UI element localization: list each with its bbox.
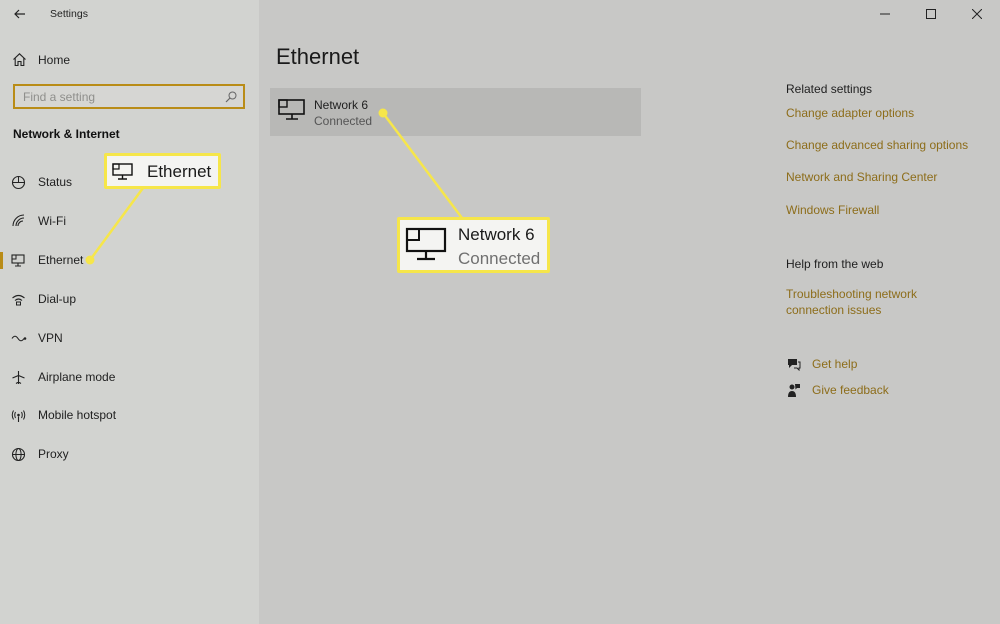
maximize-icon [926, 9, 936, 19]
sidebar-item-dialup[interactable]: Dial-up [0, 284, 259, 314]
ethernet-icon [405, 227, 447, 261]
sidebar-item-airplane-mode[interactable]: Airplane mode [0, 362, 259, 392]
sidebar-item-proxy[interactable]: Proxy [0, 439, 259, 469]
globe-icon [11, 447, 26, 462]
sidebar-item-ethernet[interactable]: Ethernet [0, 245, 259, 275]
dialup-icon [12, 294, 25, 306]
back-arrow-icon [14, 9, 25, 19]
window-controls [862, 0, 1000, 28]
change-sharing-options-link[interactable]: Change advanced sharing options [786, 137, 968, 153]
sidebar-item-label: Airplane mode [38, 370, 116, 384]
ethernet-icon [278, 99, 305, 120]
active-indicator [0, 252, 3, 269]
close-icon [972, 9, 982, 19]
status-icon [11, 175, 26, 190]
callout-network-name: Network 6 [458, 225, 535, 244]
callout-network-status: Connected [458, 249, 541, 268]
sidebar-item-label: Dial-up [38, 292, 77, 306]
search-box[interactable] [13, 84, 245, 109]
sidebar-item-label: VPN [38, 331, 63, 345]
section-title: Network & Internet [13, 127, 120, 141]
minimize-icon [880, 13, 890, 15]
main-content: Ethernet Network 6 Connected Related set… [259, 0, 1000, 624]
feedback-icon [788, 384, 800, 397]
troubleshooting-link[interactable]: Troubleshooting network connection issue… [786, 286, 936, 318]
network-status: Connected [314, 114, 373, 128]
ethernet-icon [112, 163, 133, 180]
chat-help-icon [788, 359, 801, 371]
sidebar-item-wifi[interactable]: Wi-Fi [0, 206, 259, 236]
ethernet-icon [11, 254, 25, 267]
related-settings-heading: Related settings [786, 82, 873, 96]
network-sharing-center-link[interactable]: Network and Sharing Center [786, 169, 937, 185]
sidebar-item-label: Mobile hotspot [38, 408, 117, 422]
sidebar-item-mobile-hotspot[interactable]: Mobile hotspot [0, 400, 259, 430]
vpn-icon [11, 335, 27, 342]
network-callout: Network 6 Connected [397, 217, 550, 273]
search-input[interactable] [15, 89, 215, 104]
ethernet-callout: Ethernet [104, 153, 221, 189]
search-icon [225, 91, 237, 103]
windows-firewall-link[interactable]: Windows Firewall [786, 202, 879, 218]
maximize-button[interactable] [908, 0, 954, 28]
sidebar-item-label: Wi-Fi [38, 214, 66, 228]
give-feedback-label: Give feedback [812, 383, 889, 397]
minimize-button[interactable] [862, 0, 908, 28]
title-bar: Settings [0, 0, 259, 28]
page-title: Ethernet [276, 44, 360, 69]
network-card[interactable]: Network 6 Connected [270, 88, 641, 136]
sidebar-item-label: Ethernet [38, 253, 84, 267]
sidebar-item-label: Status [38, 175, 73, 189]
help-heading: Help from the web [786, 257, 884, 271]
sidebar-item-label: Home [38, 53, 71, 67]
app-title: Settings [50, 8, 88, 20]
network-name: Network 6 [314, 98, 369, 112]
sidebar-item-label: Proxy [38, 447, 69, 461]
wifi-icon [12, 214, 25, 227]
change-adapter-options-link[interactable]: Change adapter options [786, 105, 914, 121]
sidebar: Settings Home Network & Internet Status … [0, 0, 259, 624]
callout-label: Ethernet [147, 162, 212, 181]
sidebar-item-vpn[interactable]: VPN [0, 323, 259, 353]
back-button[interactable] [11, 5, 29, 23]
close-button[interactable] [954, 0, 1000, 28]
airplane-icon [12, 371, 25, 384]
sidebar-item-home[interactable]: Home [0, 46, 259, 74]
hotspot-icon [11, 410, 26, 422]
home-icon [13, 53, 26, 67]
get-help-label: Get help [812, 357, 858, 371]
